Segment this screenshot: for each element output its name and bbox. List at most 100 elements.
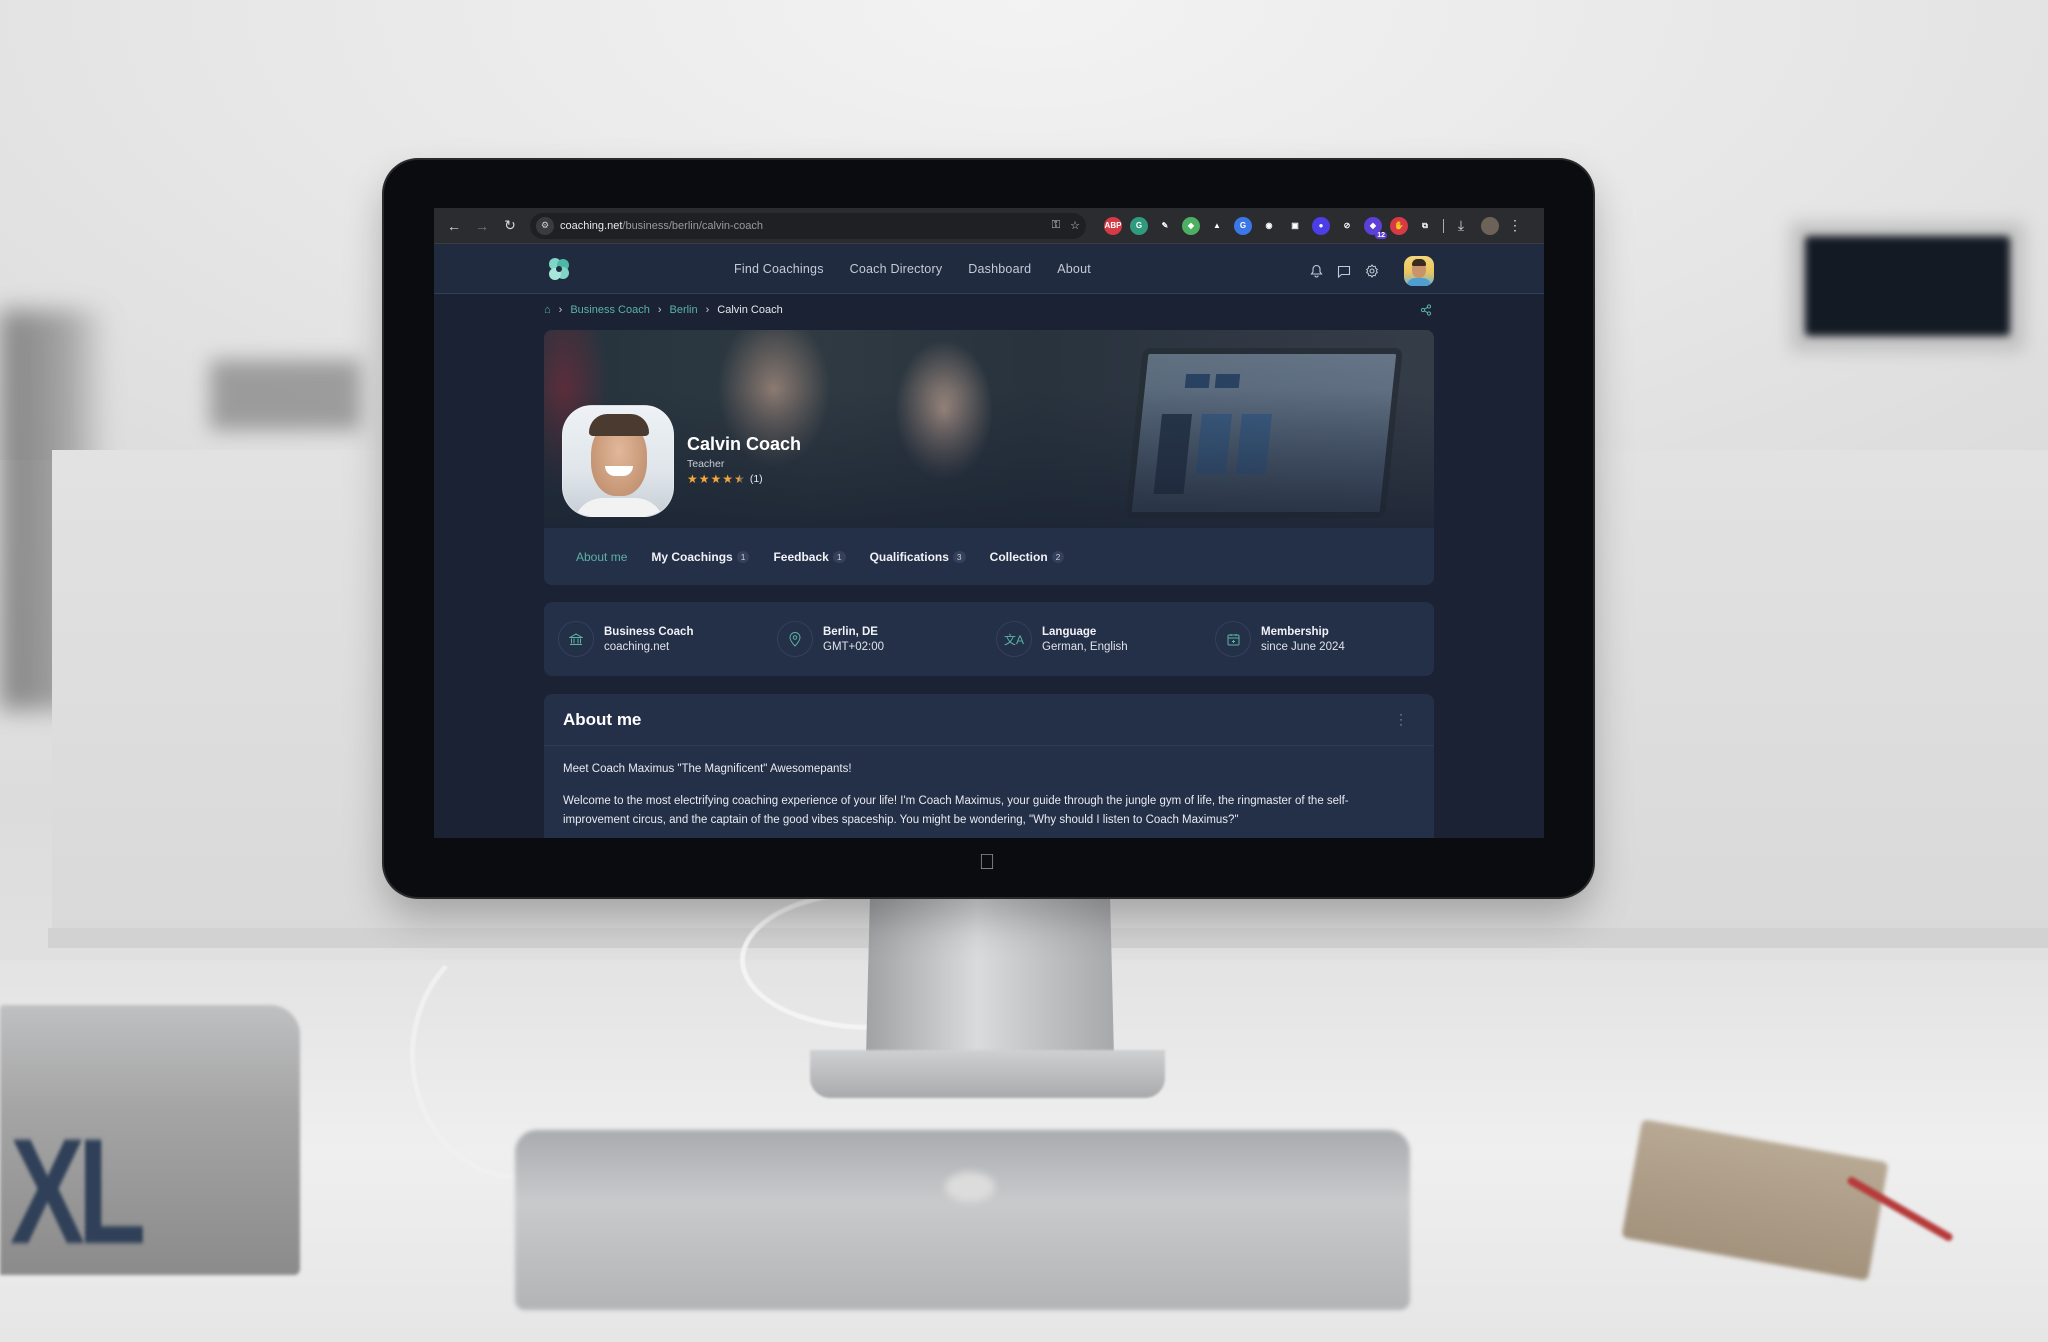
- extension-badge: 12: [1375, 231, 1387, 239]
- about-card: About me · · · Meet Coach Maximus "The Mag…: [544, 694, 1434, 838]
- background-shelf: [210, 360, 360, 430]
- avatar-shirt: [1407, 278, 1431, 286]
- reload-button[interactable]: ↻: [498, 214, 522, 238]
- info-title: Membership: [1261, 625, 1329, 638]
- profile-photo: [562, 405, 674, 517]
- translate-icon: 文A: [996, 621, 1032, 657]
- tab-feedback[interactable]: Feedback 1: [773, 549, 846, 564]
- gear-icon[interactable]: [1364, 263, 1380, 279]
- url-text[interactable]: coaching.net/business/berlin/calvin-coac…: [560, 220, 1042, 232]
- compass-ext-extension-icon[interactable]: ⊘: [1338, 216, 1356, 235]
- chat-icon[interactable]: [1336, 263, 1352, 279]
- chevron-right-icon: ›: [705, 304, 710, 316]
- extensions-puzzle-extension-icon[interactable]: ⧉: [1416, 216, 1434, 235]
- grammarly-extension-icon[interactable]: G: [1130, 216, 1148, 235]
- profile-tabs: About me My Coachings 1 Feedback 1 Qualificat…: [544, 528, 1434, 585]
- calendar-icon: [1215, 621, 1251, 657]
- tab-count-badge: 1: [736, 550, 750, 563]
- hand-ext-extension-icon[interactable]: ✋: [1390, 216, 1408, 235]
- key-icon[interactable]: ⚿: [1052, 219, 1060, 232]
- screen: ← → ↻ ⚙ coaching.net/business/berlin/cal…: [434, 208, 1544, 838]
- apple-logo-icon: : [976, 850, 998, 874]
- forward-button[interactable]: →: [470, 214, 494, 238]
- star-full-icon: ★: [698, 472, 710, 486]
- eye-ext-extension-icon[interactable]: ◉: [1260, 216, 1278, 235]
- address-bar[interactable]: ⚙ coaching.net/business/berlin/calvin-co…: [530, 212, 1086, 239]
- monitor-stand-foot: [810, 1050, 1165, 1098]
- purple-ext-extension-icon[interactable]: ●: [1312, 216, 1330, 235]
- laptop-logo: [945, 1172, 995, 1202]
- info-item: 文A Language German, English: [996, 621, 1215, 657]
- info-text: Membership since June 2024: [1261, 626, 1345, 653]
- tab-collection[interactable]: Collection 2: [990, 550, 1065, 564]
- share-icon[interactable]: [1420, 304, 1432, 319]
- bookmark-star-icon[interactable]: ☆: [1070, 219, 1080, 232]
- adblock-plus-extension-icon[interactable]: ABP: [1104, 216, 1122, 235]
- back-button[interactable]: ←: [442, 214, 466, 238]
- info-card: Business Coach coaching.net Berlin, DE GMT+…: [544, 602, 1434, 676]
- site-info-icon[interactable]: ⚙: [536, 216, 554, 235]
- tab-label: Collection: [989, 549, 1048, 564]
- photo-hair: [589, 414, 649, 436]
- about-paragraph: Meet Coach Maximus "The Magnificent" Awe…: [563, 763, 852, 775]
- tab-label: Feedback: [773, 549, 829, 564]
- star-rating: ★ ★ ★ ★ ★ (1): [687, 473, 763, 485]
- banner-overlay: [544, 330, 1434, 528]
- star-full-icon: ★: [722, 472, 734, 486]
- tab-qualifications[interactable]: Qualifications 3: [870, 550, 966, 564]
- app-header: Find Coachings Coach Directory Dashboard…: [434, 244, 1544, 294]
- coaching-logo-icon[interactable]: [546, 256, 572, 282]
- location-pin-icon: [777, 621, 813, 657]
- browser-menu-icon[interactable]: ⋮: [1503, 214, 1527, 238]
- about-paragraph: Welcome to the most electrifying coachin…: [563, 795, 1349, 826]
- info-title: Berlin, DE: [823, 625, 878, 638]
- color-picker-extension-icon[interactable]: ✎: [1156, 216, 1174, 235]
- profile-avatar-icon[interactable]: [1481, 216, 1499, 235]
- info-title: Language: [1042, 625, 1097, 638]
- star-full-icon: ★: [687, 472, 698, 486]
- extensions-bar: ABP G ✎ ◆ ▲ G ◉ ▣ ● ⊘ ◆ 12 ✋ ⧉: [1100, 216, 1438, 239]
- google-translate-extension-icon[interactable]: G: [1234, 216, 1252, 235]
- star-full-icon: ★: [710, 472, 722, 486]
- rating-count[interactable]: (1): [750, 473, 763, 485]
- main-nav: Find Coachings Coach Directory Dashboard…: [734, 244, 1091, 294]
- photo-shirt: [573, 498, 665, 516]
- star-half-icon: ★: [734, 472, 745, 486]
- tab-my-coachings[interactable]: My Coachings 1: [651, 550, 750, 564]
- badge-ext-extension-icon[interactable]: ◆ 12: [1364, 216, 1387, 239]
- nav-coach-directory[interactable]: Coach Directory: [850, 262, 943, 276]
- breadcrumb-business-coach[interactable]: Business Coach: [570, 304, 650, 316]
- book-title: XL: [10, 1107, 146, 1275]
- tab-count-badge: 3: [952, 550, 966, 563]
- chevron-right-icon: ›: [657, 304, 662, 316]
- url-domain: coaching.net: [560, 219, 623, 232]
- tab-label: About me: [576, 549, 628, 564]
- info-title: Business Coach: [604, 625, 694, 638]
- bell-icon[interactable]: [1308, 263, 1324, 279]
- profile-role: Teacher: [687, 458, 725, 470]
- nav-about[interactable]: About: [1057, 262, 1091, 276]
- vue-devtools-extension-icon[interactable]: ▲: [1208, 216, 1226, 235]
- browser-toolbar: ← → ↻ ⚙ coaching.net/business/berlin/cal…: [434, 208, 1544, 244]
- tab-label: Qualifications: [869, 549, 949, 564]
- info-item: Membership since June 2024: [1215, 621, 1434, 657]
- chevron-right-icon: ›: [558, 304, 563, 316]
- tab-about-me[interactable]: About me: [576, 550, 627, 564]
- toolbar-separator: [1443, 218, 1444, 233]
- profile-name: Calvin Coach: [687, 434, 802, 454]
- breadcrumb-berlin[interactable]: Berlin: [670, 304, 698, 316]
- closed-laptop: [515, 1130, 1410, 1310]
- info-item: Business Coach coaching.net: [558, 621, 777, 657]
- info-text: Berlin, DE GMT+02:00: [823, 626, 884, 653]
- nav-find-coachings[interactable]: Find Coachings: [734, 262, 824, 276]
- download-icon[interactable]: ⤓: [1449, 214, 1473, 238]
- camera-ext-extension-icon[interactable]: ▣: [1286, 216, 1304, 235]
- green-ext-extension-icon[interactable]: ◆: [1182, 216, 1200, 235]
- user-avatar[interactable]: [1404, 256, 1434, 286]
- tab-count-badge: 2: [1051, 550, 1065, 563]
- home-icon[interactable]: ⌂: [544, 304, 551, 316]
- header-actions: [1308, 256, 1434, 286]
- info-text: Language German, English: [1042, 626, 1128, 653]
- nav-dashboard[interactable]: Dashboard: [968, 262, 1031, 276]
- more-options-icon[interactable]: · · ·: [1398, 708, 1404, 730]
